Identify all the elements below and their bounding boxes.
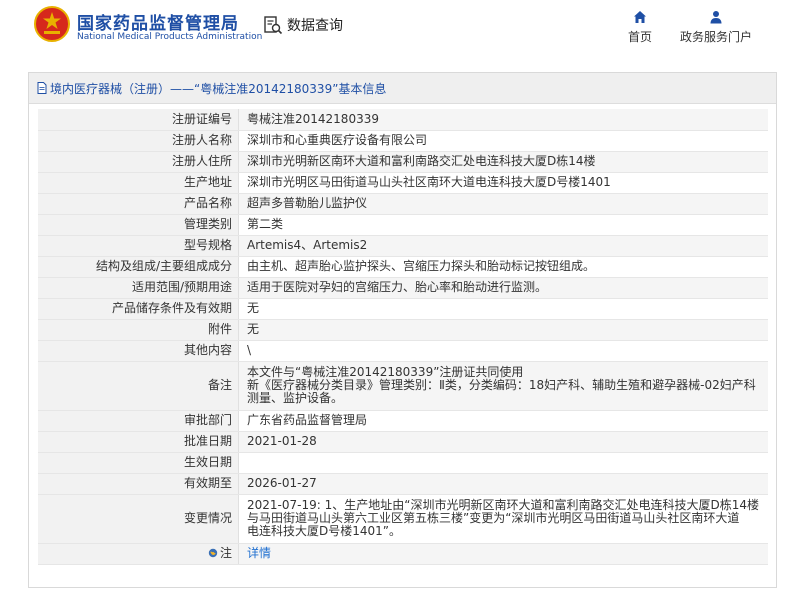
row-valid-until: 有效期至 2026-01-27 [38,473,768,495]
field-label: 注册证编号 [38,109,239,131]
data-query-icon [264,16,283,35]
row-storage: 产品储存条件及有效期 无 [38,298,768,320]
field-label: 审批部门 [38,410,239,432]
row-registrant: 注册人名称 深圳市和心重典医疗设备有限公司 [38,130,768,152]
row-structure: 结构及组成/主要组成成分 由主机、超声胎心监护探头、宫缩压力探头和胎动标记按钮组… [38,256,768,278]
row-reg-no: 注册证编号 粤械注准20142180339 [38,109,768,131]
row-prod-addr: 生产地址 深圳市光明区马田街道马山头社区南环大道电连科技大厦D号楼1401 [38,172,768,194]
nav-home[interactable]: 首页 [622,10,658,45]
field-value: 无 [238,298,768,320]
row-approve-date: 批准日期 2021-01-28 [38,431,768,453]
field-value: 粤械注准20142180339 [238,109,768,131]
site-logo-cn: 国家药品监督管理局 [77,14,239,34]
field-label: 产品名称 [38,193,239,215]
panel-title: 境内医疗器械（注册）——“粤械注准20142180339”基本信息 [50,81,387,96]
field-value: 第二类 [238,214,768,236]
detail-link[interactable]: 详情 [247,546,271,560]
data-query-link[interactable]: 数据查询 [263,14,343,36]
field-label: 备注 [38,361,239,411]
field-value: 深圳市光明新区南环大道和富利南路交汇处电连科技大厦D栋14楼 [238,151,768,173]
device-info-panel: 境内医疗器械（注册）——“粤械注准20142180339”基本信息 注册证编号 … [28,72,777,588]
field-label: 注册人名称 [38,130,239,152]
field-value: 无 [238,319,768,341]
home-icon [634,11,646,23]
remark-label-cell: 注 [38,543,239,565]
row-category: 管理类别 第二类 [38,214,768,236]
globe-icon [208,548,218,558]
field-value: Artemis4、Artemis2 [238,235,768,257]
field-value: \ [238,340,768,362]
field-value: 深圳市和心重典医疗设备有限公司 [238,130,768,152]
field-value-multiline: 2021-07-19: 1、生产地址由“深圳市光明新区南环大道和富利南路交汇处电… [238,494,768,544]
field-value: 适用于医院对孕妇的宫缩压力、胎心率和胎动进行监测。 [238,277,768,299]
info-table: 注册证编号 粤械注准20142180339 注册人名称 深圳市和心重典医疗设备有… [38,109,768,565]
site-logo-en: National Medical Products Administration [77,32,263,42]
row-dept: 审批部门 广东省药品监督管理局 [38,410,768,432]
data-query-label: 数据查询 [287,18,343,34]
row-other: 其他内容 \ [38,340,768,362]
field-label: 注册人住所 [38,151,239,173]
field-label: 生产地址 [38,172,239,194]
field-value: 详情 [238,543,768,565]
field-value: 深圳市光明区马田街道马山头社区南环大道电连科技大厦D号楼1401 [238,172,768,194]
panel-header: 境内医疗器械（注册）——“粤械注准20142180339”基本信息 [29,73,776,104]
field-label: 有效期至 [38,473,239,495]
row-model: 型号规格 Artemis4、Artemis2 [38,235,768,257]
field-label: 附件 [38,319,239,341]
document-icon [37,82,47,94]
nav-portal[interactable]: 政务服务门户 [676,10,756,45]
field-label: 变更情况 [38,494,239,544]
field-label: 批准日期 [38,431,239,453]
field-value: 2021-01-28 [238,431,768,453]
site-header: 国家药品监督管理局 National Medical Products Admi… [0,0,790,62]
remark-label-text: 注 [219,545,232,560]
field-value: 由主机、超声胎心监护探头、宫缩压力探头和胎动标记按钮组成。 [238,256,768,278]
field-label: 型号规格 [38,235,239,257]
field-label: 结构及组成/主要组成成分 [38,256,239,278]
note-line: 测量、监护设备。 [247,391,344,405]
row-address: 注册人住所 深圳市光明新区南环大道和富利南路交汇处电连科技大厦D栋14楼 [38,151,768,173]
field-label: 管理类别 [38,214,239,236]
user-icon [710,11,722,24]
row-remark: 注 详情 [38,543,768,565]
national-emblem-icon [34,6,70,42]
field-value: 超声多普勒胎儿监护仪 [238,193,768,215]
row-note: 备注 本文件与“粤械注准20142180339”注册证共同使用 新《医疗器械分类… [38,361,768,411]
row-product: 产品名称 超声多普勒胎儿监护仪 [38,193,768,215]
field-value [238,452,768,474]
change-line: 电连科技大厦D号楼1401”。 [247,524,401,538]
field-value: 广东省药品监督管理局 [238,410,768,432]
nav-home-label: 首页 [627,30,652,44]
field-label: 生效日期 [38,452,239,474]
field-value-multiline: 本文件与“粤械注准20142180339”注册证共同使用 新《医疗器械分类目录》… [238,361,768,411]
row-effective-date: 生效日期 [38,452,768,474]
row-attachment: 附件 无 [38,319,768,341]
row-scope: 适用范围/预期用途 适用于医院对孕妇的宫缩压力、胎心率和胎动进行监测。 [38,277,768,299]
field-label: 适用范围/预期用途 [38,277,239,299]
nav-portal-label: 政务服务门户 [679,30,752,44]
field-label: 其他内容 [38,340,239,362]
row-change: 变更情况 2021-07-19: 1、生产地址由“深圳市光明新区南环大道和富利南… [38,494,768,544]
field-value: 2026-01-27 [238,473,768,495]
field-label: 产品储存条件及有效期 [38,298,239,320]
remark-label: 注 [208,545,232,560]
